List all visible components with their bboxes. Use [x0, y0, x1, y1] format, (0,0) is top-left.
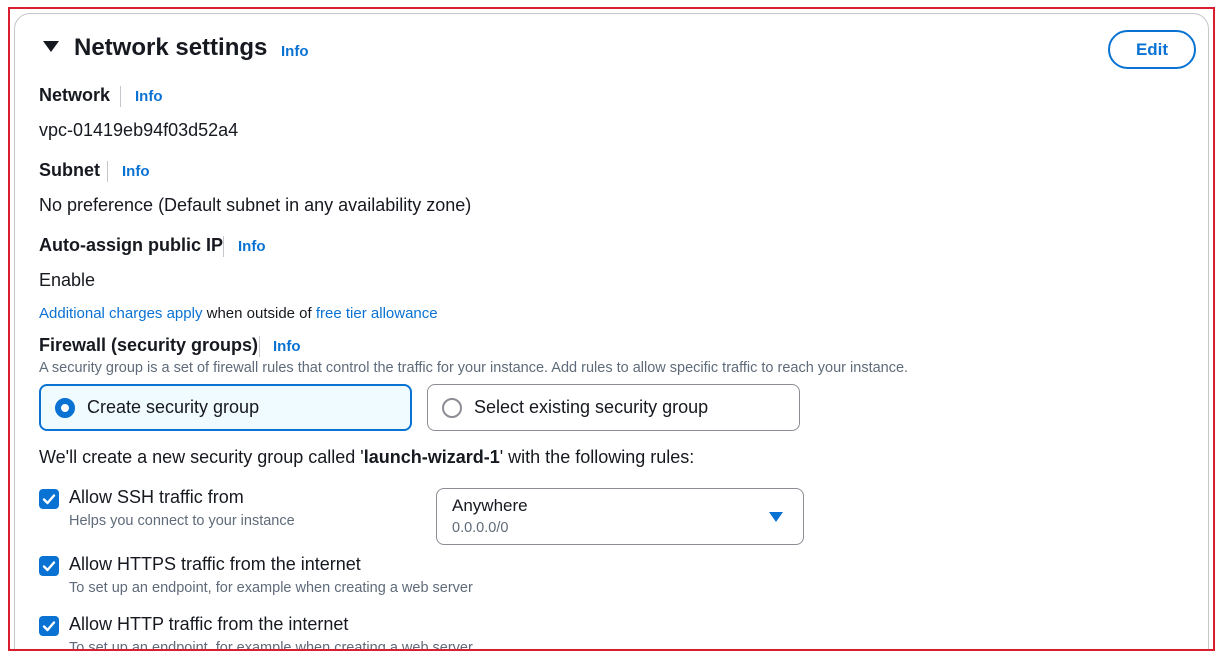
- checkmark-icon: [42, 494, 56, 505]
- select-existing-security-group-option[interactable]: Select existing security group: [427, 384, 800, 431]
- firewall-info-link[interactable]: Info: [273, 338, 301, 355]
- https-checkbox[interactable]: [39, 556, 59, 576]
- network-settings-panel: Network settings Info Edit Network Info …: [14, 13, 1209, 651]
- rule-label: Allow SSH traffic from: [69, 487, 244, 507]
- caret-down-icon[interactable]: [769, 512, 783, 522]
- subnet-label: Subnet: [39, 160, 100, 180]
- network-value: vpc-01419eb94f03d52a4: [39, 120, 239, 140]
- collapse-caret-icon[interactable]: [43, 41, 59, 52]
- http-checkbox[interactable]: [39, 616, 59, 636]
- select-value: Anywhere: [452, 496, 528, 515]
- ssh-source-select[interactable]: Anywhere 0.0.0.0/0: [436, 488, 804, 545]
- network-label: Network: [39, 85, 111, 105]
- network-info-link[interactable]: Info: [135, 88, 163, 105]
- divider: [107, 161, 108, 182]
- divider: [259, 336, 260, 357]
- rule-label: Allow HTTP traffic from the internet: [69, 614, 349, 634]
- public-ip-info-link[interactable]: Info: [238, 238, 266, 255]
- firewall-label: Firewall (security groups): [39, 335, 259, 355]
- option-label: Create security group: [87, 397, 260, 417]
- section-title: Network settings: [74, 34, 268, 61]
- rules-intro-suffix: ' with the following rules:: [499, 447, 695, 467]
- subnet-info-link[interactable]: Info: [122, 163, 150, 180]
- divider: [120, 86, 121, 107]
- rule-hint: To set up an endpoint, for example when …: [69, 640, 473, 651]
- firewall-description: A security group is a set of firewall ru…: [39, 360, 909, 376]
- free-tier-link[interactable]: free tier allowance: [316, 305, 438, 322]
- rule-label: Allow HTTPS traffic from the internet: [69, 554, 361, 574]
- select-subvalue: 0.0.0.0/0: [452, 520, 509, 536]
- rule-hint: Helps you connect to your instance: [69, 513, 295, 529]
- public-ip-value: Enable: [39, 270, 96, 290]
- charges-note-text: when outside of: [202, 305, 316, 322]
- radio-unselected-icon[interactable]: [442, 397, 462, 418]
- charges-note: Additional charges apply when outside of…: [39, 305, 438, 322]
- security-group-name: launch-wizard-1: [363, 447, 500, 467]
- ssh-checkbox[interactable]: [39, 489, 59, 509]
- rules-intro-prefix: We'll create a new security group called…: [39, 447, 364, 467]
- radio-selected-icon[interactable]: [55, 397, 75, 418]
- rule-hint: To set up an endpoint, for example when …: [69, 580, 473, 596]
- rules-intro: We'll create a new security group called…: [39, 447, 694, 468]
- option-label: Select existing security group: [474, 397, 709, 417]
- checkmark-icon: [42, 621, 56, 632]
- public-ip-label: Auto-assign public IP: [39, 235, 224, 255]
- checkmark-icon: [42, 561, 56, 572]
- section-info-link[interactable]: Info: [281, 43, 309, 60]
- screenshot-frame: Network settings Info Edit Network Info …: [8, 7, 1215, 651]
- create-security-group-option[interactable]: Create security group: [39, 384, 412, 431]
- edit-button[interactable]: Edit: [1108, 30, 1196, 69]
- additional-charges-link[interactable]: Additional charges apply: [39, 305, 202, 322]
- subnet-value: No preference (Default subnet in any ava…: [39, 195, 472, 215]
- divider: [223, 236, 224, 257]
